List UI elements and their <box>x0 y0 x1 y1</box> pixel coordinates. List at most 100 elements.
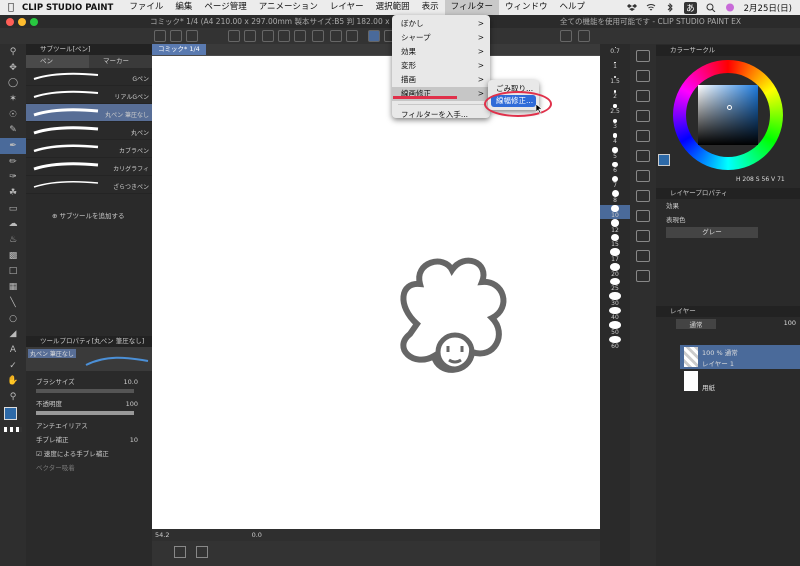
close-window-button[interactable] <box>6 18 14 26</box>
brush-size-option[interactable]: 5 <box>600 146 630 161</box>
settings-icon[interactable] <box>578 30 590 42</box>
crop-icon[interactable] <box>330 30 342 42</box>
eraser-tool-icon[interactable]: ▭ <box>0 201 26 217</box>
app-name[interactable]: CLIP STUDIO PAINT <box>22 3 113 13</box>
airbrush-tool-icon[interactable]: ☘ <box>0 185 26 201</box>
hand-tool-icon[interactable]: ✋ <box>0 373 26 389</box>
line-tool-icon[interactable]: ◢ <box>0 326 26 342</box>
brush-size-option[interactable]: 2 <box>600 88 630 103</box>
brush-size-option[interactable]: 0.7 <box>600 44 630 59</box>
stabilization-value[interactable]: 10 <box>130 433 138 447</box>
open-icon[interactable] <box>170 30 182 42</box>
transform-icon[interactable] <box>312 30 324 42</box>
canvas-paper[interactable] <box>152 56 600 530</box>
zoom-icon[interactable]: ⚲ <box>0 389 26 405</box>
brush-size-option[interactable]: 15 <box>600 233 630 248</box>
brush-size-option[interactable]: 40 <box>600 306 630 321</box>
sub-view-icon[interactable] <box>636 70 650 82</box>
brush-size-option[interactable]: 30 <box>600 292 630 307</box>
brush-round-pen-no-pressure[interactable]: 丸ペン 筆圧なし <box>26 104 152 122</box>
zoom-value[interactable]: 54.2 <box>155 531 169 539</box>
menu-item-get-filters[interactable]: フィルターを入手... <box>392 108 490 122</box>
brush-size-option[interactable]: 25 <box>600 277 630 292</box>
layer-row[interactable]: 100 % 通常 レイヤー 1 <box>680 345 800 369</box>
save-icon[interactable] <box>186 30 198 42</box>
clear-icon[interactable] <box>278 30 290 42</box>
menu-item-effect[interactable]: 効果 > <box>392 45 490 59</box>
opacity-row[interactable]: 不透明度 100 <box>26 397 152 411</box>
snap-icon[interactable] <box>368 30 380 42</box>
add-subtool-button[interactable]: ⊕ サブツールを追加する <box>26 194 152 220</box>
eyedropper-icon[interactable]: ✎ <box>0 122 26 138</box>
tab-marker[interactable]: マーカー <box>89 55 152 68</box>
menu-window[interactable]: ウィンドウ <box>499 0 554 15</box>
brush-size-option[interactable]: 8 <box>600 190 630 205</box>
story-icon[interactable] <box>196 546 208 558</box>
magic-wand-icon[interactable]: ✶ <box>0 91 26 107</box>
apple-icon[interactable]:  <box>0 2 22 13</box>
zoom-window-button[interactable] <box>30 18 38 26</box>
brush-rough-pen[interactable]: ざらつきペン <box>26 176 152 194</box>
layer-row[interactable]: 用紙 <box>680 369 800 393</box>
menu-layer[interactable]: レイヤー <box>324 0 370 15</box>
menu-file[interactable]: ファイル <box>123 0 169 15</box>
brush-real-gpen[interactable]: リアルGペン <box>26 86 152 104</box>
material-4-icon[interactable] <box>636 150 650 162</box>
brush-size-option[interactable]: 20 <box>600 262 630 278</box>
menu-filter[interactable]: フィルター <box>444 0 500 15</box>
saturation-value-square[interactable] <box>698 85 758 145</box>
menu-item-blur[interactable]: ぼかし > <box>392 17 490 31</box>
dropbox-icon[interactable] <box>627 3 638 12</box>
material-10-icon[interactable] <box>636 270 650 282</box>
minimize-window-button[interactable] <box>18 18 26 26</box>
menubar-date[interactable]: 2月25日(日) <box>744 2 792 14</box>
page-manager-icon[interactable] <box>174 546 186 558</box>
material-6-icon[interactable] <box>636 190 650 202</box>
brush-size-option[interactable]: 1.5 <box>600 73 630 88</box>
brush-size-option[interactable]: 60 <box>600 335 630 350</box>
pen-tool-icon[interactable]: ✒ <box>0 138 26 154</box>
gradient-tool-icon[interactable]: ▩ <box>0 248 26 264</box>
brush-size-option[interactable]: 2.5 <box>600 102 630 117</box>
document-tab[interactable]: コミック* 1/4 <box>152 44 600 55</box>
material-5-icon[interactable] <box>636 170 650 182</box>
wifi-icon[interactable] <box>646 3 656 12</box>
undo-icon[interactable] <box>228 30 240 42</box>
bluetooth-icon[interactable] <box>665 3 675 12</box>
lasso-tool-icon[interactable]: ◯ <box>0 75 26 91</box>
menu-animation[interactable]: アニメーション <box>253 0 324 15</box>
blend-mode-select[interactable]: 通常 <box>676 319 716 329</box>
menu-help[interactable]: ヘルプ <box>554 0 592 15</box>
angle-value[interactable]: 0.0 <box>252 531 262 539</box>
workspace-icon[interactable] <box>560 30 572 42</box>
brush-size-option[interactable]: 1 <box>600 59 630 74</box>
text-tool-icon[interactable]: A <box>0 342 26 358</box>
opacity-value[interactable]: 100 <box>126 397 138 411</box>
brush-round-pen[interactable]: 丸ペン <box>26 122 152 140</box>
brush-size-slider[interactable] <box>36 389 134 393</box>
menu-edit[interactable]: 編集 <box>169 0 198 15</box>
balloon-tool-icon[interactable]: ○ <box>0 311 26 327</box>
frame-tool-icon[interactable]: ▦ <box>0 279 26 295</box>
menu-item-sharpen[interactable]: シャープ > <box>392 31 490 45</box>
menu-view[interactable]: 表示 <box>416 0 445 15</box>
fill-tool-icon[interactable]: ♨ <box>0 232 26 248</box>
antialias-row[interactable]: アンチエイリアス <box>26 419 152 433</box>
brush-size-option[interactable]: 3 <box>600 117 630 132</box>
select-layer-icon[interactable]: ☉ <box>0 107 26 123</box>
material-9-icon[interactable] <box>636 250 650 262</box>
correct-line-tool-icon[interactable]: ✓ <box>0 358 26 374</box>
tab-pen[interactable]: ペン <box>26 55 89 68</box>
brush-size-option[interactable]: 12 <box>600 219 630 234</box>
deselect-icon[interactable] <box>262 30 274 42</box>
brush-size-option[interactable]: 17 <box>600 248 630 263</box>
ruler-icon[interactable] <box>346 30 358 42</box>
pencil-tool-icon[interactable]: ✏ <box>0 154 26 170</box>
main-color-swatch[interactable] <box>4 406 17 420</box>
siri-icon[interactable] <box>725 3 735 12</box>
layer-opacity-value[interactable]: 100 <box>784 319 796 327</box>
fill-icon[interactable] <box>294 30 306 42</box>
brush-size-option[interactable]: 4 <box>600 132 630 147</box>
zoom-tool-icon[interactable]: ⚲ <box>0 44 26 60</box>
color-wheel[interactable] <box>656 56 800 176</box>
